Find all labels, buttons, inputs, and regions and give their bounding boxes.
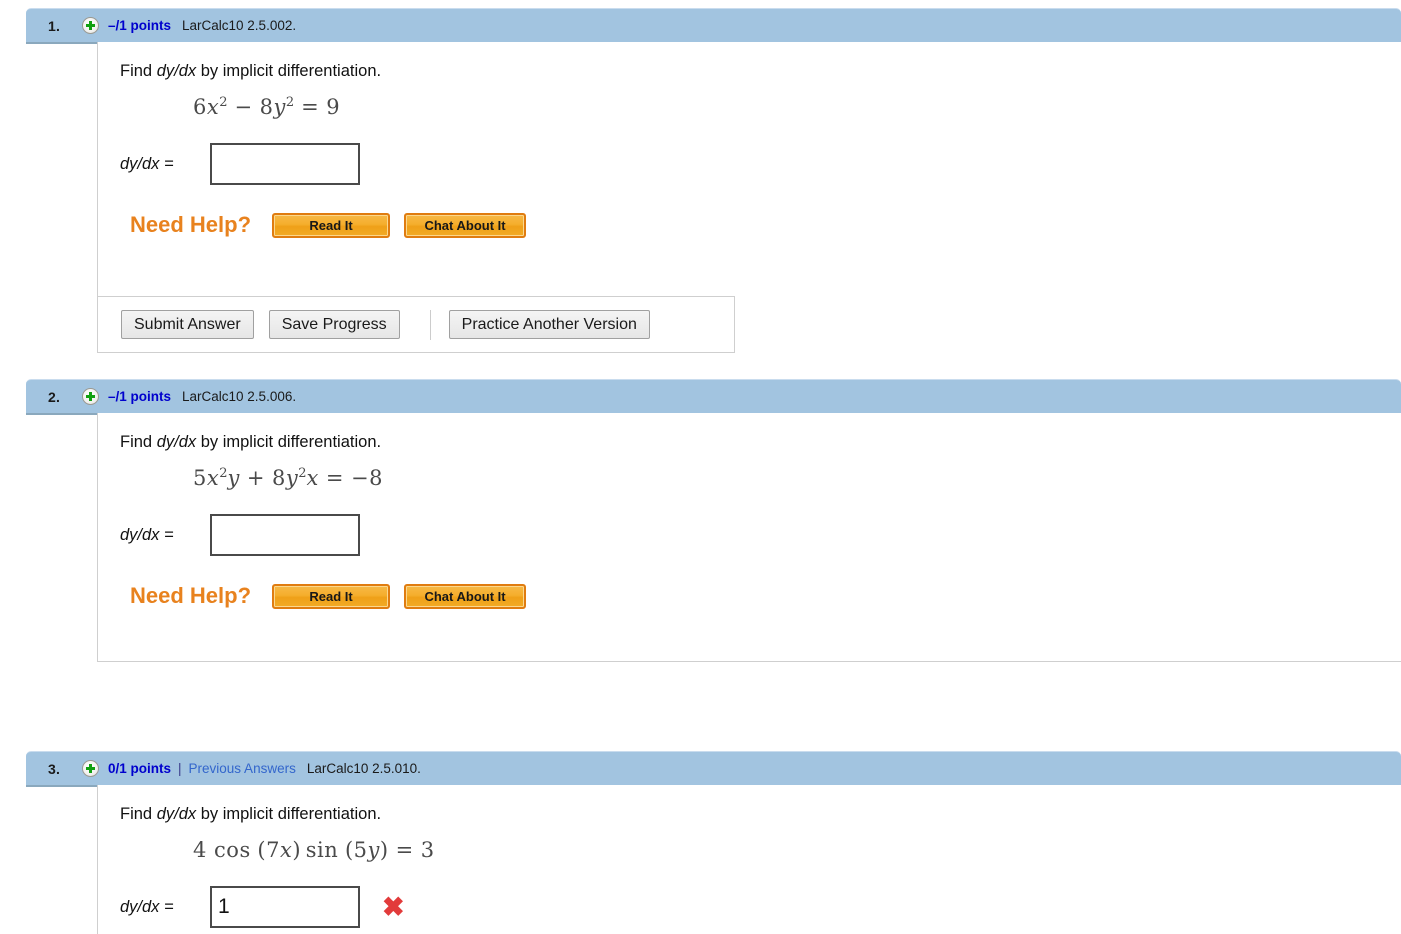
- points-separator-3: |: [178, 761, 182, 776]
- question-body-3: Find dy/dx by implicit differentiation. …: [97, 785, 1401, 934]
- question-prompt-1: Find dy/dx by implicit differentiation.: [98, 42, 1401, 81]
- chat-about-it-button-2[interactable]: Chat About It: [404, 583, 527, 609]
- equation-1: 6x2−8y2 = 9: [193, 95, 341, 119]
- question-header-3: 3. 0/1 points | Previous Answers LarCalc…: [26, 751, 1401, 785]
- question-points-3: 0/1 points: [108, 761, 172, 776]
- prompt-italic-1: dy/dx: [156, 62, 197, 80]
- question-code-3: LarCalc10 2.5.010.: [306, 761, 421, 776]
- prompt-prefix-2: Find: [120, 433, 157, 451]
- button-divider-1: [429, 309, 431, 340]
- save-progress-button-1[interactable]: Save Progress: [268, 310, 400, 339]
- chat-about-it-button-1[interactable]: Chat About It: [404, 212, 527, 238]
- read-it-button-2[interactable]: Read It: [272, 583, 391, 609]
- question-prompt-3: Find dy/dx by implicit differentiation.: [98, 785, 1401, 824]
- submit-answer-button-1[interactable]: Submit Answer: [121, 310, 254, 339]
- question-code-1: LarCalc10 2.5.002.: [182, 18, 297, 33]
- answer-label-2: dy/dx =: [120, 525, 174, 544]
- question-body-2: Find dy/dx by implicit differentiation. …: [97, 413, 1401, 662]
- answer-input-2[interactable]: [210, 514, 360, 556]
- need-help-row-2: Need Help? Read It Chat About It: [98, 583, 1401, 609]
- question-block-1: 1. –/1 points LarCalc10 2.5.002. Find dy…: [0, 8, 1401, 353]
- homework-page: 1. –/1 points LarCalc10 2.5.002. Find dy…: [0, 0, 1401, 934]
- plus-circle-icon[interactable]: [82, 17, 99, 34]
- prompt-suffix-1: by implicit differentiation.: [196, 62, 382, 80]
- question-number-2: 2.: [47, 388, 61, 405]
- answer-row-3: dy/dx = ✖: [98, 886, 1401, 928]
- answer-row-1: dy/dx =: [98, 143, 1401, 185]
- submit-bar-1: Submit Answer Save Progress Practice Ano…: [97, 296, 735, 353]
- question-number-1: 1.: [47, 17, 61, 34]
- question-block-3: 3. 0/1 points | Previous Answers LarCalc…: [0, 751, 1401, 934]
- plus-circle-icon[interactable]: [82, 760, 99, 777]
- read-it-button-1[interactable]: Read It: [272, 212, 391, 238]
- answer-label-1: dy/dx =: [120, 154, 174, 173]
- answer-input-1[interactable]: [210, 143, 360, 185]
- prompt-italic-2: dy/dx: [156, 433, 197, 451]
- answer-label-3: dy/dx =: [120, 897, 174, 916]
- answer-input-3[interactable]: [210, 886, 360, 928]
- question-code-2: LarCalc10 2.5.006.: [182, 389, 297, 404]
- question-number-3: 3.: [47, 760, 61, 777]
- equation-3: 4 cos (7x) sin (5y) = 3: [193, 838, 435, 862]
- need-help-row-1: Need Help? Read It Chat About It: [98, 212, 1401, 238]
- question-points-1: –/1 points: [108, 18, 172, 33]
- answer-row-2: dy/dx =: [98, 514, 1401, 556]
- question-body-1: Find dy/dx by implicit differentiation. …: [97, 42, 1401, 296]
- plus-circle-icon[interactable]: [82, 388, 99, 405]
- question-header-1: 1. –/1 points LarCalc10 2.5.002.: [26, 8, 1401, 42]
- question-block-2: 2. –/1 points LarCalc10 2.5.006. Find dy…: [0, 379, 1401, 662]
- equation-2: 5x2y +8y2x = −8: [193, 466, 383, 490]
- previous-answers-link-3[interactable]: Previous Answers: [189, 761, 296, 776]
- prompt-suffix-2: by implicit differentiation.: [196, 433, 382, 451]
- prompt-prefix-1: Find: [120, 62, 157, 80]
- prompt-italic-3: dy/dx: [156, 805, 197, 823]
- incorrect-mark-icon: ✖: [382, 891, 405, 922]
- prompt-prefix-3: Find: [120, 805, 157, 823]
- need-help-label-1: Need Help?: [130, 212, 252, 237]
- question-points-2: –/1 points: [108, 389, 172, 404]
- practice-another-version-button-1[interactable]: Practice Another Version: [448, 310, 650, 339]
- question-prompt-2: Find dy/dx by implicit differentiation.: [98, 413, 1401, 452]
- prompt-suffix-3: by implicit differentiation.: [196, 805, 382, 823]
- need-help-label-2: Need Help?: [130, 583, 252, 608]
- question-header-2: 2. –/1 points LarCalc10 2.5.006.: [26, 379, 1401, 413]
